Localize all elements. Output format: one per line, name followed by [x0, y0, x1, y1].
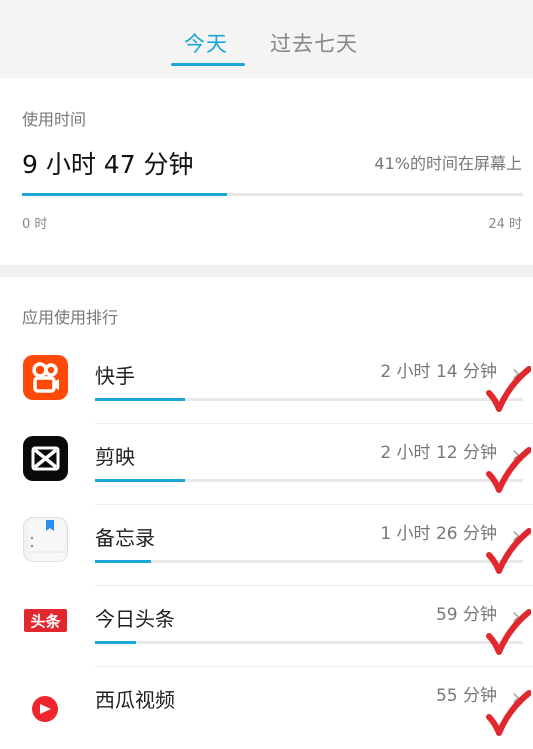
day-usage-bar	[22, 193, 523, 196]
app-usage-fill	[95, 560, 151, 563]
app-usage-fill	[95, 479, 185, 482]
toutiao-icon-text: 头条	[30, 613, 61, 631]
ranking-section-label: 应用使用排行	[22, 308, 119, 327]
app-name: 备忘录	[95, 526, 155, 550]
app-row-kuaishou[interactable]: 快手 2 小时 14 分钟 ›	[0, 343, 533, 425]
tab-past-week[interactable]: 过去七天	[270, 28, 358, 58]
app-row-xigua[interactable]: 西瓜视频 55 分钟 ›	[0, 667, 533, 749]
app-name: 今日头条	[95, 607, 175, 631]
app-usage-bar	[95, 479, 523, 482]
toutiao-icon: 头条	[23, 598, 68, 643]
app-row-toutiao[interactable]: 头条 今日头条 59 分钟 ›	[0, 586, 533, 668]
xigua-icon	[23, 679, 68, 724]
app-row-memo[interactable]: 备忘录 1 小时 26 分钟 ›	[0, 505, 533, 587]
app-duration: 2 小时 12 分钟	[380, 443, 497, 463]
section-divider	[0, 265, 533, 277]
app-usage-bar	[95, 560, 523, 563]
check-mark-icon	[486, 690, 531, 736]
axis-end-label: 24 时	[488, 217, 522, 232]
app-usage-fill	[95, 398, 185, 401]
check-mark-icon	[486, 447, 531, 493]
check-mark-icon	[486, 366, 531, 412]
app-usage-bar	[95, 641, 523, 644]
app-usage-bar	[95, 398, 523, 401]
jianying-icon	[23, 436, 68, 481]
check-mark-icon	[486, 609, 531, 655]
app-name: 快手	[95, 364, 135, 388]
app-duration: 1 小时 26 分钟	[380, 524, 497, 544]
day-usage-fill	[22, 193, 228, 196]
usage-section-label: 使用时间	[22, 110, 87, 129]
app-usage-fill	[95, 641, 136, 644]
app-duration: 2 小时 14 分钟	[380, 362, 497, 382]
tab-active-indicator	[171, 63, 245, 66]
tab-today[interactable]: 今天	[184, 28, 228, 58]
kuaishou-icon	[23, 355, 68, 400]
app-name: 西瓜视频	[95, 688, 175, 712]
axis-start-label: 0 时	[22, 217, 48, 232]
total-usage-time: 9 小时 47 分钟	[22, 150, 194, 179]
app-row-jianying[interactable]: 剪映 2 小时 12 分钟 ›	[0, 424, 533, 506]
app-name: 剪映	[95, 445, 135, 469]
check-mark-icon	[486, 528, 531, 574]
tab-bar: 今天 过去七天	[0, 0, 533, 78]
memo-icon	[23, 517, 68, 562]
screen-time-percent: 41%的时间在屏幕上	[374, 154, 522, 173]
